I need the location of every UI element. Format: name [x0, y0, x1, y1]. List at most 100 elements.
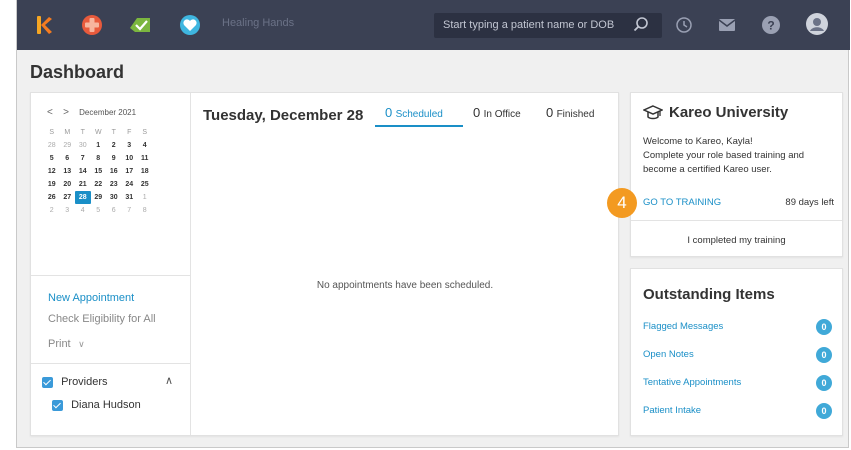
outstanding-items-card: Outstanding Items Flagged Messages 0 Ope… [630, 268, 843, 436]
next-month-button[interactable]: > [63, 107, 69, 118]
calendar-day[interactable]: 14 [75, 165, 91, 178]
calendar-day[interactable]: 29 [60, 139, 76, 152]
calendar-day-selected[interactable]: 28 [75, 191, 91, 204]
calendar-day[interactable]: 26 [44, 191, 60, 204]
check-eligibility-link[interactable]: Check Eligibility for All [48, 313, 156, 325]
tentative-appointments-link[interactable]: Tentative Appointments [643, 377, 741, 388]
mail-icon[interactable] [715, 13, 739, 37]
provider-item[interactable]: Diana Hudson [52, 399, 141, 411]
kareo-logo-icon[interactable] [29, 10, 59, 40]
search-input[interactable]: Start typing a patient name or DOB [443, 19, 614, 31]
calendar-day[interactable]: 13 [60, 165, 76, 178]
calendar-day[interactable]: 4 [137, 139, 153, 152]
providers-header[interactable]: Providers [42, 376, 108, 388]
graduation-cap-icon [642, 104, 664, 127]
search-icon[interactable] [633, 16, 649, 37]
calendar-day[interactable]: 8 [91, 152, 107, 165]
calendar-day[interactable]: 11 [137, 152, 153, 165]
calendar-day[interactable]: 30 [75, 139, 91, 152]
calendar-day[interactable]: 1 [137, 191, 153, 204]
tab-label: Finished [556, 109, 595, 120]
in-office-count: 0 [473, 105, 481, 120]
university-message-line: Complete your role based training and [643, 150, 805, 161]
calendar-day[interactable]: 6 [60, 152, 76, 165]
calendar-day[interactable]: 4 [75, 204, 91, 217]
open-notes-link[interactable]: Open Notes [643, 349, 694, 360]
weekday-label: T [111, 129, 116, 136]
calendar-day[interactable]: 22 [91, 178, 107, 191]
providers-checkbox[interactable] [42, 376, 53, 388]
calendar-day[interactable]: 3 [60, 204, 76, 217]
provider-checkbox[interactable] [52, 399, 63, 411]
calendar-week: 5 6 7 8 9 10 11 [44, 152, 153, 165]
calendar-day[interactable]: 18 [137, 165, 153, 178]
tab-label: In Office [483, 109, 521, 120]
check-tag-icon[interactable] [125, 10, 155, 40]
practice-name[interactable]: Healing Hands [222, 17, 294, 29]
calendar-day[interactable]: 24 [122, 178, 138, 191]
calendar-day[interactable]: 27 [60, 191, 76, 204]
patient-search-box[interactable]: Start typing a patient name or DOB [434, 13, 662, 38]
divider [31, 363, 190, 364]
patient-intake-count: 0 [816, 403, 832, 419]
outstanding-items-title: Outstanding Items [643, 286, 775, 303]
calendar-day[interactable]: 25 [137, 178, 153, 191]
calendar-day[interactable]: 8 [137, 204, 153, 217]
patient-intake-link[interactable]: Patient Intake [643, 405, 701, 416]
calendar-day[interactable]: 7 [122, 204, 138, 217]
calendar-day[interactable]: 21 [75, 178, 91, 191]
step-number-badge: 4 [607, 188, 637, 218]
calendar-day[interactable]: 7 [75, 152, 91, 165]
finished-count: 0 [546, 105, 554, 120]
chevron-down-icon: ∨ [78, 339, 85, 349]
divider [631, 220, 842, 221]
calendar-day[interactable]: 30 [106, 191, 122, 204]
calendar-day[interactable]: 31 [122, 191, 138, 204]
calendar-day[interactable]: 5 [91, 204, 107, 217]
schedule-card: < > December 2021 S M T W T F S 28 29 30 [30, 92, 619, 436]
calendar-day[interactable]: 1 [91, 139, 107, 152]
history-icon[interactable] [672, 13, 696, 37]
go-to-training-link[interactable]: GO TO TRAINING [643, 197, 721, 208]
schedule-panel: Tuesday, December 28 0 Scheduled 0 In Of… [192, 93, 618, 435]
calendar-day[interactable]: 10 [122, 152, 138, 165]
chevron-up-icon[interactable]: ∧ [165, 374, 173, 387]
calendar-day[interactable]: 20 [60, 178, 76, 191]
user-avatar-icon[interactable] [805, 12, 829, 36]
calendar-weekday-row: S M T W T F S [44, 126, 153, 139]
flagged-messages-link[interactable]: Flagged Messages [643, 321, 723, 332]
calendar-day[interactable]: 2 [106, 139, 122, 152]
weekday-label: S [142, 129, 148, 136]
days-left-label: 89 days left [785, 197, 834, 208]
new-appointment-link[interactable]: New Appointment [48, 292, 134, 304]
calendar-day[interactable]: 17 [122, 165, 138, 178]
calendar-day[interactable]: 5 [44, 152, 60, 165]
calendar-day[interactable]: 19 [44, 178, 60, 191]
tab-finished[interactable]: 0 Finished [546, 105, 594, 120]
medical-cross-icon[interactable] [77, 10, 107, 40]
calendar-day[interactable]: 15 [91, 165, 107, 178]
flagged-messages-count: 0 [816, 319, 832, 335]
completed-training-button[interactable]: I completed my training [631, 235, 842, 246]
calendar-day[interactable]: 6 [106, 204, 122, 217]
calendar-day[interactable]: 2 [44, 204, 60, 217]
calendar-day[interactable]: 9 [106, 152, 122, 165]
calendar-day[interactable]: 29 [91, 191, 107, 204]
calendar-day[interactable]: 3 [122, 139, 138, 152]
calendar-day[interactable]: 16 [106, 165, 122, 178]
university-message-line: become a certified Kareo user. [643, 164, 772, 175]
help-icon[interactable]: ? [759, 13, 783, 37]
tab-in-office[interactable]: 0 In Office [473, 105, 521, 120]
heart-icon[interactable] [175, 10, 205, 40]
mini-calendar: S M T W T F S 28 29 30 1 2 3 4 5 6 7 8 9… [44, 126, 153, 217]
tab-scheduled[interactable]: 0 Scheduled [385, 105, 443, 120]
calendar-day[interactable]: 23 [106, 178, 122, 191]
previous-month-button[interactable]: < [47, 107, 53, 118]
tab-label: Scheduled [395, 109, 443, 120]
weekday-label: T [80, 129, 85, 136]
calendar-day[interactable]: 28 [44, 139, 60, 152]
app-frame: Healing Hands Start typing a patient nam… [16, 0, 850, 448]
calendar-day[interactable]: 12 [44, 165, 60, 178]
print-label: Print [48, 338, 71, 350]
print-dropdown[interactable]: Print ∨ [48, 334, 85, 352]
